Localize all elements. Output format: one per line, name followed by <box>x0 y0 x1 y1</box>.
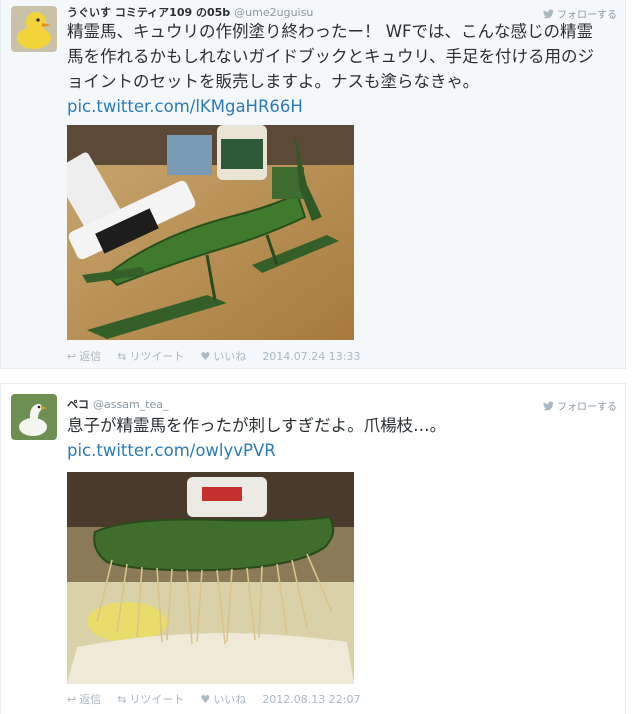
bird-icon <box>543 400 554 410</box>
tweet-actions: ↩ 返信 ⇆ リツイート ♥ いいね 2014.07.24 13:33 <box>67 348 361 364</box>
pic-link[interactable]: pic.twitter.com/owlyvPVR <box>67 441 276 460</box>
retweet-button[interactable]: ⇆ リツイート <box>117 348 184 364</box>
user-name[interactable]: うぐいす コミティア109 の05b <box>67 6 230 19</box>
like-label: いいね <box>213 693 247 706</box>
reply-button[interactable]: ↩ 返信 <box>67 691 101 707</box>
tweet-text: 精霊馬、キュウリの作例塗り終わったー！ WFでは、こんな感じの精霊馬を作れるかも… <box>67 19 607 119</box>
duck-avatar-icon[interactable] <box>11 6 57 52</box>
reply-button[interactable]: ↩ 返信 <box>67 348 101 364</box>
user-name[interactable]: ペコ <box>67 398 89 411</box>
like-button[interactable]: ♥ いいね <box>200 691 246 707</box>
retweet-label: リツイート <box>129 350 185 363</box>
retweet-icon: ⇆ <box>117 692 127 706</box>
bird-icon <box>543 8 554 18</box>
follow-label: フォローする <box>557 402 617 413</box>
reply-label: 返信 <box>79 350 102 363</box>
user-handle[interactable]: @assam_tea_ <box>93 398 168 411</box>
cucumber-toothpick-photo[interactable] <box>67 472 354 684</box>
heart-icon: ♥ <box>200 349 211 363</box>
timestamp[interactable]: 2012.08.13 22:07 <box>262 693 360 706</box>
tweet-body: 精霊馬、キュウリの作例塗り終わったー！ WFでは、こんな感じの精霊馬を作れるかも… <box>67 22 595 91</box>
tweet-actions: ↩ 返信 ⇆ リツイート ♥ いいね 2012.08.13 22:07 <box>67 691 361 707</box>
cucumber-plane-photo[interactable] <box>67 125 354 340</box>
heart-icon: ♥ <box>200 692 211 706</box>
tweet-header: ペコ @assam_tea_ <box>67 396 168 412</box>
tweet-2: ペコ @assam_tea_ フォローする 息子が精霊馬を作ったが刺しすぎだよ。爪… <box>0 383 626 714</box>
pic-link[interactable]: pic.twitter.com/lKMgaHR66H <box>67 97 303 116</box>
reply-icon: ↩ <box>67 349 77 363</box>
tweet-body: 息子が精霊馬を作ったが刺しすぎだよ。爪楊枝…。 <box>67 416 447 435</box>
timestamp[interactable]: 2014.07.24 13:33 <box>262 350 360 363</box>
retweet-label: リツイート <box>129 693 185 706</box>
reply-icon: ↩ <box>67 692 77 706</box>
tweet-header: うぐいす コミティア109 の05b @ume2uguisu <box>67 4 313 20</box>
like-button[interactable]: ♥ いいね <box>200 348 246 364</box>
tweet-text: 息子が精霊馬を作ったが刺しすぎだよ。爪楊枝…。 pic.twitter.com/… <box>67 413 607 463</box>
follow-button[interactable]: フォローする <box>543 398 617 413</box>
user-handle[interactable]: @ume2uguisu <box>234 6 313 19</box>
retweet-button[interactable]: ⇆ リツイート <box>117 691 184 707</box>
tweet-1: うぐいす コミティア109 の05b @ume2uguisu フォローする 精霊馬… <box>0 0 626 369</box>
retweet-icon: ⇆ <box>117 349 127 363</box>
reply-label: 返信 <box>79 693 102 706</box>
like-label: いいね <box>213 350 247 363</box>
bird-avatar-icon[interactable] <box>11 394 57 440</box>
